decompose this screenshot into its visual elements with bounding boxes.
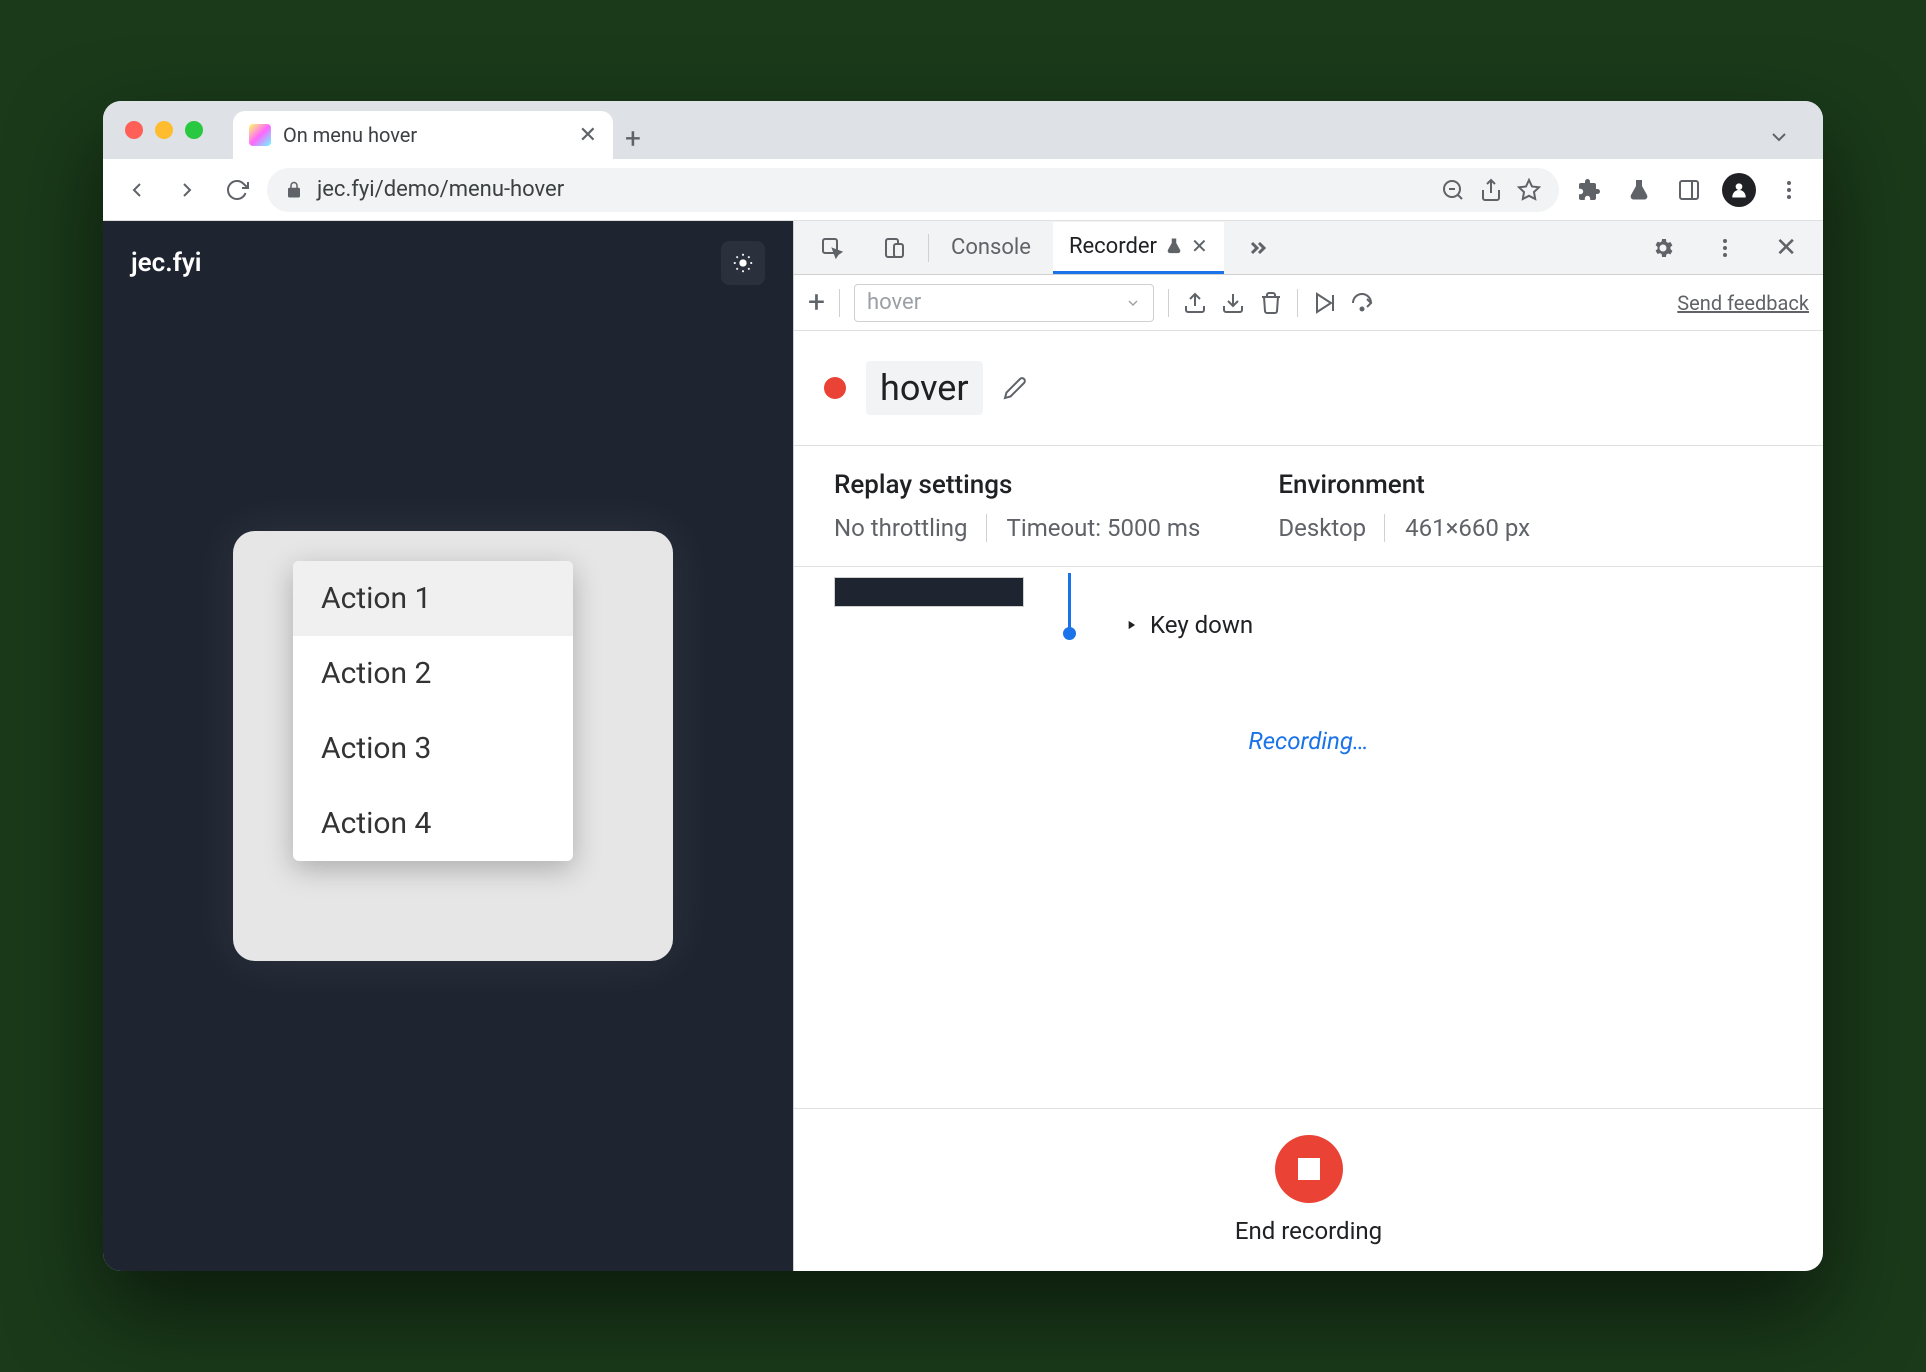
window-controls: [125, 101, 203, 159]
timeline-line: [1068, 573, 1071, 633]
site-name: jec.fyi: [131, 248, 201, 278]
chevron-down-icon: [1125, 295, 1141, 311]
stop-icon: [1298, 1158, 1320, 1180]
page-header: jec.fyi: [103, 221, 793, 305]
close-tab-icon[interactable]: ✕: [1191, 234, 1208, 258]
end-recording-button[interactable]: [1275, 1135, 1343, 1203]
avatar-icon: [1722, 173, 1756, 207]
url-text: jec.fyi/demo/menu-hover: [317, 177, 1427, 202]
side-panel-button[interactable]: [1669, 170, 1709, 210]
minimize-window-button[interactable]: [155, 121, 173, 139]
environment-heading: Environment: [1278, 470, 1548, 500]
tab-strip: On menu hover ✕ +: [103, 101, 1823, 159]
lock-icon: [285, 181, 303, 199]
tab-list-chevron-icon[interactable]: [1749, 115, 1809, 159]
devtools-tab-bar: Console Recorder ✕ ✕: [794, 221, 1823, 275]
throttling-value[interactable]: No throttling: [834, 514, 987, 542]
menu-item[interactable]: Action 1: [293, 561, 573, 636]
env-device[interactable]: Desktop: [1278, 514, 1385, 542]
replay-settings-heading: Replay settings: [834, 470, 1218, 500]
play-icon[interactable]: [1312, 291, 1336, 315]
bookmark-star-icon[interactable]: [1517, 178, 1541, 202]
reload-button[interactable]: [217, 170, 257, 210]
recorder-toolbar: + hover Send feedback: [794, 275, 1823, 331]
recording-indicator-icon: [824, 377, 846, 399]
recording-header: hover: [794, 331, 1823, 446]
profile-button[interactable]: [1719, 170, 1759, 210]
menu-item[interactable]: Action 4: [293, 786, 573, 861]
send-feedback-link[interactable]: Send feedback: [1677, 291, 1809, 315]
devtools-panel: Console Recorder ✕ ✕: [793, 221, 1823, 1271]
replay-settings: Replay settings No throttling Timeout: 5…: [834, 470, 1218, 542]
expand-arrow-icon[interactable]: [1124, 618, 1138, 632]
browser-tab[interactable]: On menu hover ✕: [233, 111, 613, 159]
import-icon[interactable]: [1221, 291, 1245, 315]
close-devtools-button[interactable]: ✕: [1759, 221, 1813, 275]
browser-menu-button[interactable]: [1769, 170, 1809, 210]
share-icon[interactable]: [1479, 178, 1503, 202]
end-recording-section: End recording: [794, 1108, 1823, 1271]
close-tab-button[interactable]: ✕: [579, 123, 597, 148]
end-recording-label: End recording: [1235, 1217, 1382, 1245]
webpage: jec.fyi Hover me! Action 1 Action 2 Acti…: [103, 221, 793, 1271]
address-bar[interactable]: jec.fyi/demo/menu-hover: [267, 168, 1559, 212]
edit-icon[interactable]: [1003, 376, 1027, 400]
browser-toolbar: jec.fyi/demo/menu-hover: [103, 159, 1823, 221]
back-button[interactable]: [117, 170, 157, 210]
dropdown-menu: Action 1 Action 2 Action 3 Action 4: [293, 561, 573, 861]
new-tab-button[interactable]: +: [613, 122, 653, 159]
new-recording-button[interactable]: +: [808, 285, 825, 320]
step-row[interactable]: Key down: [1124, 611, 1253, 639]
sun-icon: [732, 252, 754, 274]
browser-window: On menu hover ✕ + jec.fyi/demo/menu-hove…: [103, 101, 1823, 1271]
step-thumbnail[interactable]: [834, 577, 1024, 607]
forward-button[interactable]: [167, 170, 207, 210]
maximize-window-button[interactable]: [185, 121, 203, 139]
devtools-menu-button[interactable]: [1697, 224, 1753, 272]
theme-toggle-button[interactable]: [721, 241, 765, 285]
timeout-value[interactable]: Timeout: 5000 ms: [1007, 514, 1219, 542]
menu-item[interactable]: Action 3: [293, 711, 573, 786]
delete-icon[interactable]: [1259, 291, 1283, 315]
step-over-icon[interactable]: [1350, 291, 1374, 315]
recording-name[interactable]: hover: [866, 361, 983, 415]
zoom-out-icon[interactable]: [1441, 178, 1465, 202]
settings-button[interactable]: [1635, 224, 1691, 272]
labs-button[interactable]: [1619, 170, 1659, 210]
tab-title: On menu hover: [283, 123, 417, 147]
settings-row: Replay settings No throttling Timeout: 5…: [794, 446, 1823, 567]
extensions-button[interactable]: [1569, 170, 1609, 210]
tab-console[interactable]: Console: [935, 223, 1047, 272]
content-area: jec.fyi Hover me! Action 1 Action 2 Acti…: [103, 221, 1823, 1271]
gear-icon: [1651, 236, 1675, 260]
menu-item[interactable]: Action 2: [293, 636, 573, 711]
recording-select[interactable]: hover: [854, 284, 1154, 322]
flask-icon: [1165, 237, 1183, 255]
tab-recorder[interactable]: Recorder ✕: [1053, 222, 1224, 274]
env-size[interactable]: 461×660 px: [1405, 514, 1548, 542]
recording-status: Recording…: [834, 727, 1783, 755]
export-icon[interactable]: [1183, 291, 1207, 315]
favicon-icon: [249, 124, 271, 146]
inspect-element-button[interactable]: [804, 224, 860, 272]
close-window-button[interactable]: [125, 121, 143, 139]
steps-timeline: Key down Recording…: [794, 567, 1823, 1108]
timeline-dot-icon: [1063, 627, 1076, 640]
more-tabs-button[interactable]: [1230, 224, 1286, 272]
device-toolbar-button[interactable]: [866, 224, 922, 272]
environment-settings: Environment Desktop 461×660 px: [1278, 470, 1548, 542]
